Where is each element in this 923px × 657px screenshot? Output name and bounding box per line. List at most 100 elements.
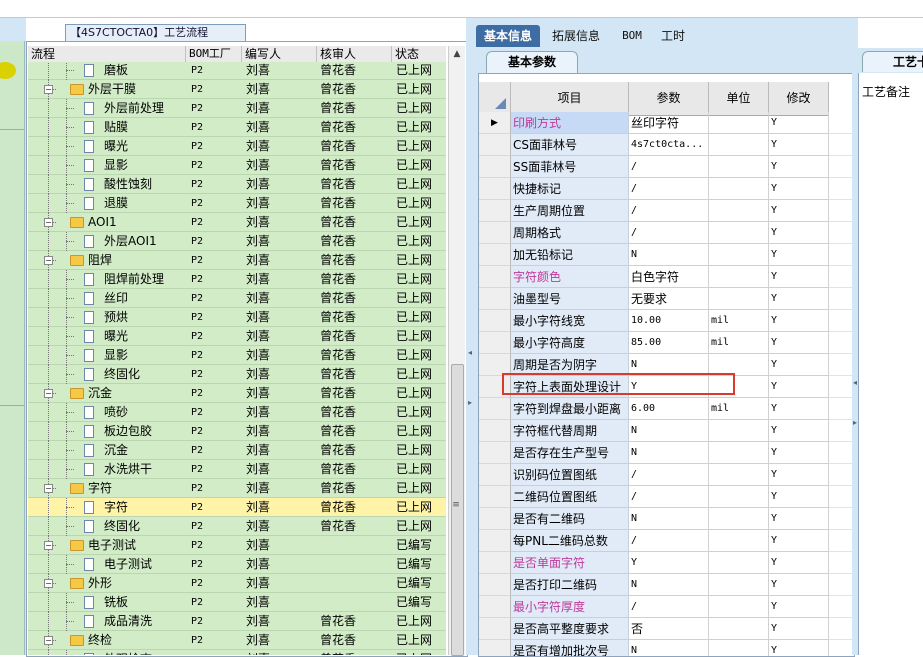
row-selector[interactable]: [479, 266, 511, 288]
param-value-cell[interactable]: N: [629, 442, 709, 464]
tree-row[interactable]: 显影 P2 刘喜 曾花香 已上网: [28, 156, 446, 175]
tree-row[interactable]: 预烘 P2 刘喜 曾花香 已上网: [28, 308, 446, 327]
expand-right-icon[interactable]: ▸: [467, 398, 473, 408]
param-row[interactable]: 二维码位置图纸 / Y: [479, 486, 854, 508]
row-selector[interactable]: [479, 552, 511, 574]
param-value-cell[interactable]: /: [629, 486, 709, 508]
row-selector[interactable]: [479, 244, 511, 266]
param-unit-cell[interactable]: [709, 266, 769, 288]
tree-row[interactable]: 字符 P2 刘喜 曾花香 已上网: [28, 498, 446, 517]
tree-folder-row[interactable]: − 电子测试 P2 刘喜 已编写: [28, 536, 446, 555]
tree-row[interactable]: 成品清洗 P2 刘喜 曾花香 已上网: [28, 612, 446, 631]
tree-folder-row[interactable]: − 字符 P2 刘喜 曾花香 已上网: [28, 479, 446, 498]
row-selector[interactable]: [479, 288, 511, 310]
param-row[interactable]: 字符颜色 白色字符 Y: [479, 266, 854, 288]
param-modify-cell[interactable]: Y: [769, 486, 829, 508]
param-row[interactable]: 快捷标记 / Y: [479, 178, 854, 200]
param-modify-cell[interactable]: Y: [769, 222, 829, 244]
row-selector[interactable]: [479, 640, 511, 656]
param-row[interactable]: CS面菲林号 4s7ct0cta... Y: [479, 134, 854, 156]
process-flow-tab-title[interactable]: 【4S7CTOCTA0】工艺流程: [65, 24, 246, 41]
param-unit-cell[interactable]: [709, 244, 769, 266]
param-unit-cell[interactable]: [709, 442, 769, 464]
param-row[interactable]: 加无铅标记 N Y: [479, 244, 854, 266]
param-modify-cell[interactable]: Y: [769, 376, 829, 398]
collapse-icon[interactable]: −: [44, 636, 53, 645]
tree-header-flow[interactable]: 流程: [28, 46, 186, 62]
collapse-icon[interactable]: −: [44, 579, 53, 588]
param-row[interactable]: 是否有增加批次号 N Y: [479, 640, 854, 656]
row-selector[interactable]: [479, 156, 511, 178]
param-value-cell[interactable]: 6.00: [629, 398, 709, 420]
tab-man-hours[interactable]: 工时: [656, 25, 690, 47]
tree-row[interactable]: 板边包胶 P2 刘喜 曾花香 已上网: [28, 422, 446, 441]
subtab-basic-params[interactable]: 基本参数: [486, 51, 578, 73]
param-unit-cell[interactable]: [709, 200, 769, 222]
param-modify-cell[interactable]: Y: [769, 288, 829, 310]
tab-basic-info[interactable]: 基本信息: [476, 25, 540, 47]
param-unit-cell[interactable]: [709, 134, 769, 156]
param-value-cell[interactable]: 无要求: [629, 288, 709, 310]
param-row[interactable]: 字符到焊盘最小距离 6.00 mil Y: [479, 398, 854, 420]
param-row[interactable]: 最小字符厚度 / Y: [479, 596, 854, 618]
tree-row[interactable]: 喷砂 P2 刘喜 曾花香 已上网: [28, 403, 446, 422]
collapse-left-icon[interactable]: ◂: [467, 348, 473, 358]
tree-row[interactable]: 外观检查 P2 刘喜 曾花香 已上网: [28, 650, 446, 655]
param-modify-cell[interactable]: Y: [769, 508, 829, 530]
tree-row[interactable]: 电子测试 P2 刘喜 已编写: [28, 555, 446, 574]
tab-craft-card[interactable]: 工艺卡: [862, 51, 923, 72]
grid-header-item[interactable]: 项目: [511, 82, 629, 115]
row-selector[interactable]: [479, 134, 511, 156]
param-unit-cell[interactable]: [709, 640, 769, 656]
param-value-cell[interactable]: 4s7ct0cta...: [629, 134, 709, 156]
param-value-cell[interactable]: /: [629, 596, 709, 618]
collapse-icon[interactable]: −: [44, 541, 53, 550]
tree-row[interactable]: 沉金 P2 刘喜 曾花香 已上网: [28, 441, 446, 460]
row-selector[interactable]: [479, 178, 511, 200]
param-unit-cell[interactable]: [709, 618, 769, 640]
param-row[interactable]: 生产周期位置 / Y: [479, 200, 854, 222]
tree-folder-row[interactable]: − 外形 P2 刘喜 已编写: [28, 574, 446, 593]
tree-row[interactable]: 贴膜 P2 刘喜 曾花香 已上网: [28, 118, 446, 137]
param-value-cell[interactable]: /: [629, 464, 709, 486]
param-modify-cell[interactable]: Y: [769, 134, 829, 156]
tree-row[interactable]: 丝印 P2 刘喜 曾花香 已上网: [28, 289, 446, 308]
row-selector[interactable]: [479, 222, 511, 244]
row-selector[interactable]: [479, 574, 511, 596]
param-row[interactable]: 识别码位置图纸 / Y: [479, 464, 854, 486]
tree-row[interactable]: 外层前处理 P2 刘喜 曾花香 已上网: [28, 99, 446, 118]
param-modify-cell[interactable]: Y: [769, 596, 829, 618]
param-row[interactable]: 是否存在生产型号 N Y: [479, 442, 854, 464]
param-unit-cell[interactable]: mil: [709, 310, 769, 332]
row-selector[interactable]: [479, 420, 511, 442]
tree-row[interactable]: 终固化 P2 刘喜 曾花香 已上网: [28, 517, 446, 536]
row-selector[interactable]: [479, 530, 511, 552]
param-row[interactable]: 最小字符高度 85.00 mil Y: [479, 332, 854, 354]
param-modify-cell[interactable]: Y: [769, 618, 829, 640]
param-row[interactable]: 是否高平整度要求否 Y: [479, 618, 854, 640]
row-selector[interactable]: [479, 596, 511, 618]
param-modify-cell[interactable]: Y: [769, 574, 829, 596]
param-modify-cell[interactable]: Y: [769, 112, 829, 134]
row-selector[interactable]: [479, 398, 511, 420]
param-value-cell[interactable]: N: [629, 508, 709, 530]
param-modify-cell[interactable]: Y: [769, 200, 829, 222]
param-row[interactable]: 周期格式 / Y: [479, 222, 854, 244]
param-value-cell[interactable]: N: [629, 574, 709, 596]
param-unit-cell[interactable]: [709, 222, 769, 244]
row-selector[interactable]: [479, 442, 511, 464]
param-value-cell[interactable]: /: [629, 222, 709, 244]
param-modify-cell[interactable]: Y: [769, 640, 829, 656]
param-value-cell[interactable]: Y: [629, 552, 709, 574]
row-selector[interactable]: [479, 310, 511, 332]
param-unit-cell[interactable]: mil: [709, 398, 769, 420]
scroll-up-icon[interactable]: ▲: [451, 48, 463, 60]
param-value-cell[interactable]: N: [629, 420, 709, 442]
row-selector[interactable]: [479, 332, 511, 354]
collapse-icon[interactable]: −: [44, 389, 53, 398]
tree-scrollbar[interactable]: ▲: [448, 46, 465, 656]
tree-header-author[interactable]: 编写人: [242, 46, 317, 62]
tree-folder-row[interactable]: − 终检 P2 刘喜 曾花香 已上网: [28, 631, 446, 650]
param-row[interactable]: 每PNL二维码总数 / Y: [479, 530, 854, 552]
tree-folder-row[interactable]: − 沉金 P2 刘喜 曾花香 已上网: [28, 384, 446, 403]
